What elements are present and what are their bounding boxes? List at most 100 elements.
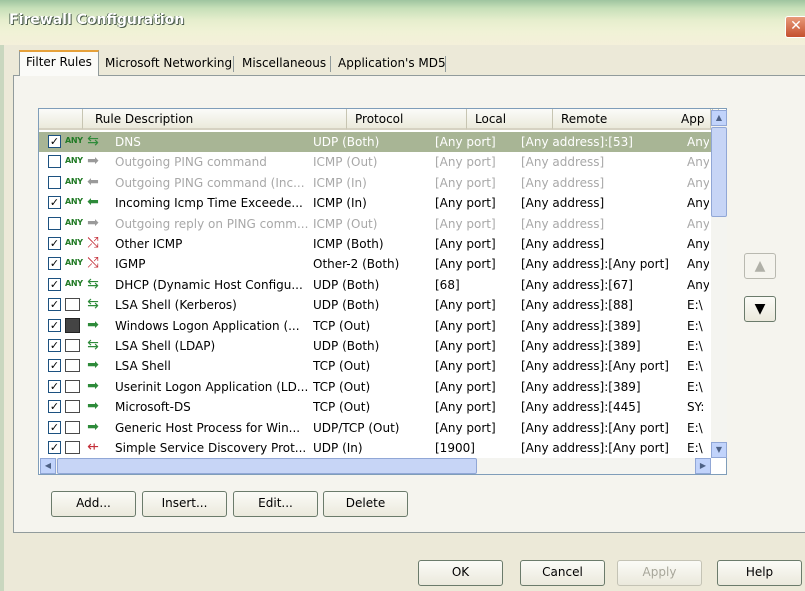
local-cell: [Any port] (435, 175, 496, 190)
remote-cell: [Any address]:[445] (521, 400, 641, 415)
insert-button[interactable]: Insert... (142, 491, 227, 517)
horizontal-scroll-thumb[interactable] (57, 458, 477, 474)
remote-cell: [Any address] (521, 155, 605, 170)
ok-button[interactable]: OK (418, 560, 503, 586)
table-row[interactable]: ✓ ⇷ Simple Service Discovery Prot... UDP (I… (39, 438, 711, 458)
delete-button[interactable]: Delete (323, 491, 408, 517)
window-title: Firewall Configuration (9, 12, 185, 28)
scroll-up-icon[interactable]: ▲ (711, 110, 727, 126)
protocol-cell: UDP/TCP (Out) (313, 420, 400, 435)
outgoing-arrow-icon: ➡ (87, 418, 99, 435)
table-row[interactable]: ✓ ⇆ LSA Shell (Kerberos) UDP (Both) [Any por… (39, 295, 711, 315)
tab-microsoft-networking[interactable]: Microsoft Networking (99, 53, 238, 75)
table-row[interactable]: ✓ ➡ Userinit Logon Application (LD... TCP (… (39, 377, 711, 397)
column-header-protocol[interactable]: Protocol (347, 109, 467, 130)
edit-button[interactable]: Edit... (233, 491, 318, 517)
app-cell: E:\ (687, 339, 703, 353)
rule-enabled-checkbox[interactable]: ✓ (48, 196, 61, 210)
app-cell: E:\ (687, 441, 703, 455)
column-header-rule-description[interactable]: Rule Description (83, 109, 347, 130)
rule-enabled-checkbox[interactable]: ✓ (48, 298, 61, 312)
protocol-cell: ICMP (Out) (313, 216, 378, 231)
tab-miscellaneous[interactable]: Miscellaneous (236, 53, 332, 75)
scroll-right-icon[interactable]: ▶ (695, 458, 711, 474)
tab-separator (445, 56, 446, 72)
app-cell: E:\ (687, 420, 703, 435)
rules-list[interactable]: Rule Description Protocol Local Remote A… (38, 108, 727, 475)
move-down-button[interactable]: ▼ (744, 296, 776, 322)
scroll-left-icon[interactable]: ◀ (40, 458, 56, 474)
table-row[interactable]: ✓ ANY ⤭ IGMP Other-2 (Both) [Any port] [Any ad… (39, 254, 711, 274)
rule-description-cell: Incoming Icmp Time Exceede... (115, 196, 303, 211)
tab-applications-md5[interactable]: Application's MD5 (332, 53, 452, 75)
table-row[interactable]: ✓ ⇆ LSA Shell (LDAP) UDP (Both) [Any port] [A… (39, 336, 711, 356)
help-button[interactable]: Help (717, 560, 802, 586)
table-row[interactable]: ✓ ANY ⬅ Incoming Icmp Time Exceede... ICMP (… (39, 193, 711, 213)
any-application-icon: ANY (65, 136, 83, 145)
vertical-scrollbar[interactable]: ▲ ▼ (711, 110, 727, 458)
column-header-app[interactable]: App (676, 109, 711, 130)
app-cell: E:\ (687, 318, 703, 333)
remote-cell: [Any address] (521, 196, 605, 211)
any-application-icon: ANY (65, 176, 83, 186)
rule-enabled-checkbox[interactable]: ✓ (48, 400, 61, 414)
application-icon (65, 298, 80, 312)
table-row[interactable]: ✓ ➡ Generic Host Process for Win... UDP/TCP… (39, 418, 711, 438)
application-icon (65, 339, 80, 352)
rule-enabled-checkbox[interactable]: ✓ (48, 318, 61, 332)
window-left-border (0, 45, 4, 591)
rule-enabled-checkbox[interactable]: ✓ (48, 237, 61, 250)
app-cell: Any (687, 216, 709, 231)
application-icon (65, 379, 80, 393)
protocol-cell: ICMP (Out) (313, 155, 378, 170)
horizontal-scrollbar[interactable]: ◀ ▶ (40, 458, 711, 474)
table-row[interactable]: ANY ➡ Outgoing PING command ICMP (Out) [Any … (39, 152, 711, 172)
rule-enabled-checkbox[interactable]: ✓ (48, 339, 61, 352)
remote-cell: [Any address]:[88] (521, 298, 633, 313)
close-button[interactable]: ✕ (785, 16, 805, 38)
bidirectional-arrow-icon: ⇆ (87, 337, 99, 353)
rule-description-cell: Other ICMP (115, 237, 183, 251)
rule-enabled-checkbox[interactable]: ✓ (48, 379, 61, 393)
incoming-arrow-icon: ⬅ (87, 194, 99, 211)
app-cell: E:\ (687, 298, 703, 313)
vertical-scroll-thumb[interactable] (711, 127, 727, 217)
table-row[interactable]: ✓ ➡ Windows Logon Application (... TCP (Out… (39, 316, 711, 336)
rule-enabled-checkbox[interactable]: ✓ (48, 420, 61, 434)
protocol-cell: TCP (Out) (313, 359, 371, 374)
rule-enabled-checkbox[interactable]: ✓ (48, 277, 61, 291)
table-row[interactable]: ✓ ANY ⇆ DHCP (Dynamic Host Configu... UDP (B… (39, 275, 711, 295)
rule-enabled-checkbox[interactable]: ✓ (48, 135, 61, 148)
blocked-traffic-icon: ⤭ (87, 235, 99, 251)
app-cell: Any (687, 257, 709, 272)
table-row[interactable]: ✓ ➡ Microsoft-DS TCP (Out) [Any port] [Any ad… (39, 397, 711, 417)
column-header-check[interactable] (39, 109, 83, 130)
scroll-down-icon[interactable]: ▼ (711, 442, 727, 458)
blocked-traffic-icon: ⤭ (87, 255, 99, 272)
local-cell: [Any port] (435, 339, 496, 353)
table-row[interactable]: ANY ➡ Outgoing reply on PING comm... ICMP (… (39, 214, 711, 234)
table-row[interactable]: ✓ ANY ⇆ DNS UDP (Both) [Any port] [Any address… (39, 132, 711, 153)
application-icon (65, 420, 80, 434)
rule-enabled-checkbox[interactable] (48, 175, 61, 189)
protocol-cell: UDP (In) (313, 441, 363, 455)
column-header-local[interactable]: Local (467, 109, 553, 130)
table-row[interactable]: ✓ ➡ LSA Shell TCP (Out) [Any port] [Any addre… (39, 356, 711, 376)
rule-description-cell: Windows Logon Application (... (115, 318, 300, 333)
incoming-arrow-icon: ⬅ (87, 173, 99, 190)
rule-description-cell: Simple Service Discovery Prot... (115, 441, 307, 455)
table-row[interactable]: ✓ ANY ⤭ Other ICMP ICMP (Both) [Any port] [Any… (39, 234, 711, 254)
cancel-button[interactable]: Cancel (520, 560, 605, 586)
protocol-cell: TCP (Out) (313, 400, 371, 415)
rule-enabled-checkbox[interactable]: ✓ (48, 257, 61, 271)
protocol-cell: TCP (Out) (313, 379, 371, 394)
rule-enabled-checkbox[interactable]: ✓ (48, 359, 61, 373)
local-cell: [Any port] (435, 359, 496, 374)
rule-enabled-checkbox[interactable] (48, 216, 61, 230)
rule-enabled-checkbox[interactable] (48, 155, 61, 169)
table-row[interactable]: ANY ⬅ Outgoing PING command (Inc... ICMP (I… (39, 173, 711, 193)
rule-enabled-checkbox[interactable]: ✓ (48, 441, 61, 454)
protocol-cell: UDP (Both) (313, 298, 380, 313)
add-button[interactable]: Add... (51, 491, 136, 517)
tab-filter-rules[interactable]: Filter Rules (19, 50, 99, 76)
